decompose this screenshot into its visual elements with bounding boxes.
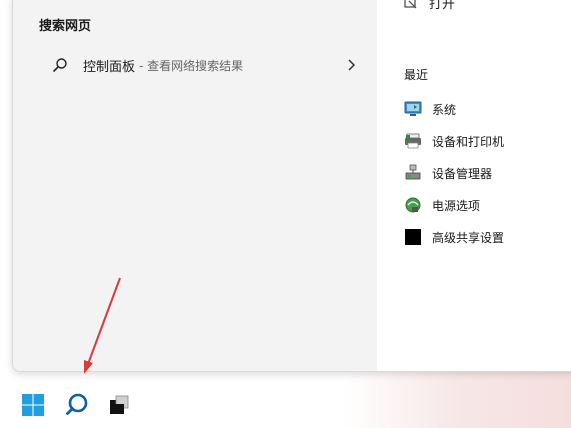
recent-item-system[interactable]: 系统 [404,93,571,125]
recent-item-device-manager[interactable]: 设备管理器 [404,157,571,189]
recent-item-label: 电源选项 [432,198,481,213]
open-action[interactable]: 打开 [403,0,455,12]
task-view-button[interactable] [100,388,138,426]
details-pane: 打开 最近 系统 设备和打印机 设备管理器 电源选项 高级共享设置 [377,0,571,371]
search-icon [64,392,90,422]
windows-logo-icon [21,393,45,421]
open-icon [403,0,419,11]
web-search-result[interactable]: 控制面板 - 查看网络搜索结果 [39,47,359,83]
advanced-sharing-icon [404,228,422,246]
recent-item-label: 系统 [432,102,457,117]
search-panel: 搜索网页 控制面板 - 查看网络搜索结果 打开 最近 系统 设备和打印机 设备管… [12,0,571,372]
recent-item-devices-printers[interactable]: 设备和打印机 [404,125,571,157]
recent-item-label: 设备管理器 [432,166,493,181]
search-query-text: 控制面板 [83,59,136,75]
recent-item-power-options[interactable]: 电源选项 [404,189,571,221]
taskbar-search-button[interactable] [58,388,96,426]
search-results-pane: 搜索网页 控制面板 - 查看网络搜索结果 [13,0,377,371]
devices-printers-icon [404,132,422,150]
search-web-title: 搜索网页 [39,19,92,34]
recent-item-advanced-sharing[interactable]: 高级共享设置 [404,221,571,253]
recent-list: 系统 设备和打印机 设备管理器 电源选项 高级共享设置 [404,93,571,253]
search-icon [51,56,69,74]
search-hint-text: - 查看网络搜索结果 [139,58,244,73]
task-view-icon [108,394,130,420]
start-button[interactable] [14,388,52,426]
power-options-icon [404,196,422,214]
system-icon [404,100,422,118]
recent-title: 最近 [404,68,429,82]
device-manager-icon [404,164,422,182]
taskbar [0,386,571,428]
open-action-label: 打开 [429,0,456,12]
recent-item-label: 高级共享设置 [432,230,505,245]
recent-item-label: 设备和打印机 [432,134,505,149]
chevron-right-icon[interactable] [343,57,359,73]
